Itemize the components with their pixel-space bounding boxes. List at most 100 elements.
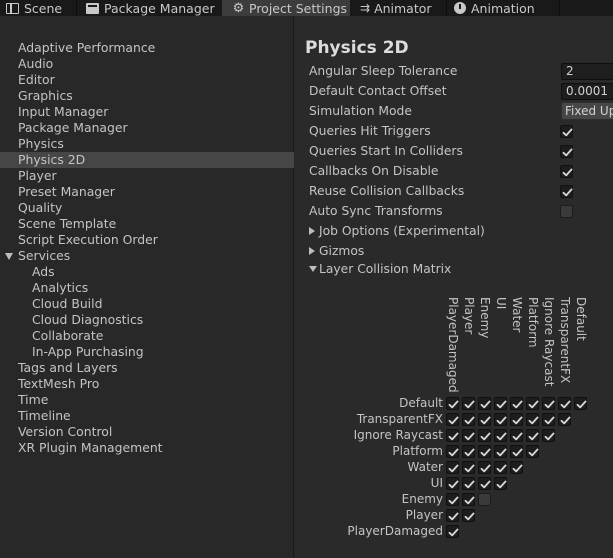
- sidebar-item-physics[interactable]: Physics: [0, 136, 294, 152]
- tab-package-manager[interactable]: Package Manager: [86, 0, 220, 16]
- sidebar-item-xr-plugin-management[interactable]: XR Plugin Management: [0, 440, 294, 456]
- sidebar-item-textmesh-pro[interactable]: TextMesh Pro: [0, 376, 294, 392]
- matrix-checkbox[interactable]: [526, 429, 539, 442]
- matrix-checkbox[interactable]: [510, 413, 523, 426]
- sidebar-item-preset-manager[interactable]: Preset Manager: [0, 184, 294, 200]
- sidebar-item-in-app-purchasing[interactable]: In-App Purchasing: [0, 344, 294, 360]
- sidebar-item-label: Cloud Diagnostics: [32, 312, 144, 327]
- matrix-checkbox[interactable]: [494, 461, 507, 474]
- matrix-checkbox[interactable]: [478, 413, 491, 426]
- matrix-checkbox[interactable]: [462, 445, 475, 458]
- sidebar-item-label: Script Execution Order: [18, 232, 158, 247]
- tab-package-manager-label: Package Manager: [104, 0, 215, 16]
- matrix-checkbox[interactable]: [478, 397, 491, 410]
- matrix-checkbox[interactable]: [446, 429, 459, 442]
- matrix-checkbox[interactable]: [446, 525, 459, 538]
- tab-scene[interactable]: Scene: [6, 0, 74, 16]
- tab-project-settings[interactable]: ⚙ Project Settings: [222, 0, 350, 16]
- matrix-checkbox[interactable]: [462, 461, 475, 474]
- sidebar-item-services[interactable]: Services: [0, 248, 294, 264]
- queries-hit-triggers-checkbox[interactable]: [560, 125, 573, 138]
- matrix-checkbox[interactable]: [446, 397, 459, 410]
- sidebar-item-timeline[interactable]: Timeline: [0, 408, 294, 424]
- matrix-checkbox[interactable]: [462, 413, 475, 426]
- sidebar-item-ads[interactable]: Ads: [0, 264, 294, 280]
- matrix-checkbox[interactable]: [462, 509, 475, 522]
- matrix-checkbox[interactable]: [526, 397, 539, 410]
- sidebar-item-input-manager[interactable]: Input Manager: [0, 104, 294, 120]
- sidebar-item-player[interactable]: Player: [0, 168, 294, 184]
- matrix-checkbox[interactable]: [510, 429, 523, 442]
- matrix-checkbox[interactable]: [542, 429, 555, 442]
- matrix-checkbox[interactable]: [510, 461, 523, 474]
- queries-start-in-colliders-checkbox[interactable]: [560, 145, 573, 158]
- matrix-checkbox[interactable]: [526, 413, 539, 426]
- matrix-checkbox[interactable]: [510, 445, 523, 458]
- matrix-checkbox[interactable]: [478, 477, 491, 490]
- sidebar-item-label: Physics: [18, 136, 64, 151]
- matrix-checkbox[interactable]: [494, 429, 507, 442]
- sidebar-item-label: Time: [18, 392, 49, 407]
- matrix-checkbox[interactable]: [446, 477, 459, 490]
- sidebar-item-physics-2d[interactable]: Physics 2D: [0, 152, 294, 168]
- sidebar-item-audio[interactable]: Audio: [0, 56, 294, 72]
- matrix-checkbox[interactable]: [446, 445, 459, 458]
- sidebar-item-cloud-diagnostics[interactable]: Cloud Diagnostics: [0, 312, 294, 328]
- chevron-down-icon[interactable]: [5, 253, 13, 260]
- sidebar-item-label: Physics 2D: [18, 152, 86, 167]
- matrix-checkbox[interactable]: [446, 461, 459, 474]
- sidebar-item-label: Adaptive Performance: [18, 40, 156, 55]
- sidebar-item-collaborate[interactable]: Collaborate: [0, 328, 294, 344]
- sidebar-item-cloud-build[interactable]: Cloud Build: [0, 296, 294, 312]
- callbacks-on-disable-checkbox[interactable]: [560, 165, 573, 178]
- matrix-checkbox[interactable]: [574, 397, 587, 410]
- matrix-checkbox[interactable]: [462, 477, 475, 490]
- matrix-checkbox[interactable]: [558, 397, 571, 410]
- matrix-checkbox[interactable]: [558, 413, 571, 426]
- matrix-checkbox[interactable]: [478, 461, 491, 474]
- angular-sleep-tolerance-field[interactable]: 2: [561, 63, 613, 80]
- sidebar-item-quality[interactable]: Quality: [0, 200, 294, 216]
- matrix-checkbox[interactable]: [446, 493, 459, 506]
- matrix-checkbox[interactable]: [462, 397, 475, 410]
- sidebar-item-version-control[interactable]: Version Control: [0, 424, 294, 440]
- sidebar-item-analytics[interactable]: Analytics: [0, 280, 294, 296]
- matrix-checkbox[interactable]: [542, 397, 555, 410]
- matrix-checkbox[interactable]: [526, 445, 539, 458]
- matrix-checkbox[interactable]: [478, 493, 491, 506]
- matrix-checkbox[interactable]: [494, 413, 507, 426]
- default-contact-offset-field[interactable]: 0.0001: [561, 83, 613, 100]
- sidebar-item-adaptive-performance[interactable]: Adaptive Performance: [0, 40, 294, 56]
- sidebar-item-package-manager[interactable]: Package Manager: [0, 120, 294, 136]
- matrix-checkbox[interactable]: [510, 397, 523, 410]
- sidebar-item-script-execution-order[interactable]: Script Execution Order: [0, 232, 294, 248]
- matrix-column-label: UI: [494, 297, 508, 310]
- sidebar-item-graphics[interactable]: Graphics: [0, 88, 294, 104]
- matrix-column-label: Platform: [526, 297, 540, 348]
- matrix-checkbox[interactable]: [478, 445, 491, 458]
- matrix-checkbox[interactable]: [494, 397, 507, 410]
- sidebar-item-time[interactable]: Time: [0, 392, 294, 408]
- matrix-checkbox[interactable]: [462, 493, 475, 506]
- matrix-checkbox[interactable]: [462, 429, 475, 442]
- sidebar-item-tags-and-layers[interactable]: Tags and Layers: [0, 360, 294, 376]
- reuse-collision-callbacks-checkbox[interactable]: [560, 185, 573, 198]
- matrix-checkbox[interactable]: [494, 477, 507, 490]
- matrix-row-label: PlayerDamaged: [347, 524, 443, 538]
- sidebar-item-editor[interactable]: Editor: [0, 72, 294, 88]
- matrix-checkbox[interactable]: [478, 429, 491, 442]
- tab-animation[interactable]: Animation: [454, 0, 554, 16]
- matrix-checkbox[interactable]: [494, 445, 507, 458]
- auto-sync-transforms-checkbox[interactable]: [560, 205, 573, 218]
- simulation-mode-dropdown[interactable]: Fixed Up: [561, 102, 613, 120]
- sidebar-item-label: Package Manager: [18, 120, 128, 135]
- scene-icon: [6, 2, 19, 14]
- sidebar-item-label: In-App Purchasing: [32, 344, 144, 359]
- matrix-column-label: PlayerDamaged: [446, 297, 460, 393]
- sidebar-item-label: Quality: [18, 200, 63, 215]
- tab-animator[interactable]: ⇉ Animator: [360, 0, 446, 16]
- sidebar-item-scene-template[interactable]: Scene Template: [0, 216, 294, 232]
- matrix-checkbox[interactable]: [542, 413, 555, 426]
- matrix-checkbox[interactable]: [446, 509, 459, 522]
- matrix-checkbox[interactable]: [446, 413, 459, 426]
